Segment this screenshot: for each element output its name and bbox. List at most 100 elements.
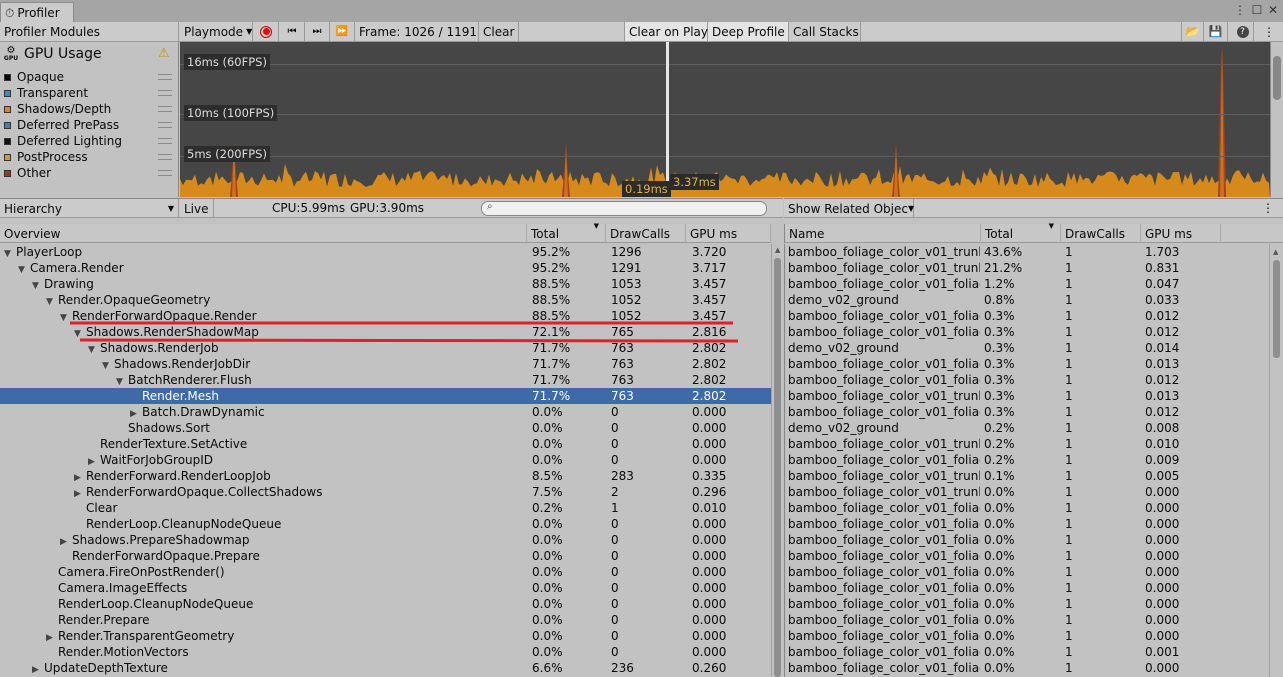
legend-swatch[interactable] (4, 121, 11, 129)
table-row[interactable]: bamboo_foliage_color_v01_foliage 0.3% 1 0.0… (785, 404, 1269, 420)
column-total[interactable]: Total ▼ (527, 222, 606, 243)
load-button[interactable]: 📂 (1181, 22, 1204, 41)
deep-profile-toggle[interactable]: Deep Profile (708, 22, 789, 41)
table-row[interactable]: bamboo_foliage_color_v01_foliage 0.0% 1 0.0… (785, 660, 1269, 676)
table-row[interactable]: demo_v02_ground 0.3% 1 0.014 (785, 340, 1269, 356)
legend-swatch[interactable] (4, 73, 11, 81)
table-row[interactable]: ▼ Shadows.RenderShadowMap 72.1% 765 2.816 (0, 324, 771, 340)
table-row[interactable]: bamboo_foliage_color_v01_foliage 0.0% 1 0.0… (785, 628, 1269, 644)
table-row[interactable]: bamboo_foliage_color_v01_foliage 1.2% 1 0.0… (785, 276, 1269, 292)
table-row[interactable]: ▶ Render.TransparentGeometry 0.0% 0 0.000 (0, 628, 771, 644)
table-row[interactable]: bamboo_foliage_color_v01_foliage 0.0% 1 0.0… (785, 596, 1269, 612)
table-row[interactable]: bamboo_foliage_color_v01_foliage 0.3% 1 0.0… (785, 324, 1269, 340)
playmode-dropdown[interactable]: Playmode ▼ (180, 22, 253, 41)
graph-scrollbar-thumb[interactable] (1273, 56, 1281, 100)
toolbar-menu-button[interactable]: ⋮ (1258, 22, 1280, 41)
table-row[interactable]: ▼ PlayerLoop 95.2% 1296 3.720 (0, 244, 771, 260)
column-total[interactable]: Total ▼ (981, 222, 1061, 243)
legend-item[interactable]: Shadows/Depth (0, 101, 178, 117)
table-row[interactable]: demo_v02_ground 0.8% 1 0.033 (785, 292, 1269, 308)
hierarchy-scrollbar-thumb[interactable] (774, 258, 781, 677)
table-row[interactable]: Camera.ImageEffects 0.0% 0 0.000 (0, 580, 771, 596)
table-row[interactable]: Camera.FireOnPostRender() 0.0% 0 0.000 (0, 564, 771, 580)
related-objects-dropdown[interactable]: Show Related Objec ▼ (784, 199, 914, 218)
legend-item[interactable]: Deferred Lighting (0, 133, 178, 149)
related-scrollbar-thumb[interactable] (1273, 260, 1280, 358)
legend-swatch[interactable] (4, 169, 11, 177)
table-row[interactable]: bamboo_foliage_color_v01_foliage 0.3% 1 0.0… (785, 308, 1269, 324)
table-row[interactable]: bamboo_foliage_color_v01_trunk.0 0.1% 1 0.0… (785, 468, 1269, 484)
view-dropdown[interactable]: Hierarchy ▼ (0, 199, 179, 218)
table-row[interactable]: Shadows.Sort 0.0% 0 0.000 (0, 420, 771, 436)
save-button[interactable]: 💾 (1204, 22, 1228, 41)
drag-handle-icon[interactable] (158, 170, 172, 176)
drag-handle-icon[interactable] (158, 154, 172, 160)
first-frame-button[interactable]: ⏮ (280, 22, 305, 41)
column-gpu-ms[interactable]: GPU ms (1141, 224, 1221, 243)
table-row[interactable]: bamboo_foliage_color_v01_trunk.0 0.0% 1 0.0… (785, 484, 1269, 500)
related-scrollbar[interactable]: ▲ (1269, 244, 1283, 677)
table-row[interactable]: ▼ Shadows.RenderJobDir 71.7% 763 2.802 (0, 356, 771, 372)
graph-scrollbar[interactable] (1270, 42, 1283, 197)
table-row[interactable]: bamboo_foliage_color_v01_trunk.0 21.2% 1 0.… (785, 260, 1269, 276)
current-frame-button[interactable]: ⏩ (330, 22, 355, 41)
table-row[interactable]: bamboo_foliage_color_v01_foliage 0.0% 1 0.0… (785, 564, 1269, 580)
search-field[interactable]: ⌕ (481, 201, 767, 216)
table-row[interactable]: bamboo_foliage_color_v01_foliage 0.0% 1 0.0… (785, 612, 1269, 628)
table-row[interactable]: RenderForwardOpaque.Prepare 0.0% 0 0.000 (0, 548, 771, 564)
close-icon[interactable]: ✕ (1266, 3, 1280, 17)
record-button[interactable] (254, 22, 279, 41)
table-row[interactable]: ▼ RenderForwardOpaque.Render 88.5% 1052 3.45… (0, 308, 771, 324)
profiler-tab[interactable]: ⏱ Profiler (0, 2, 74, 23)
table-row[interactable]: Render.MotionVectors 0.0% 0 0.000 (0, 644, 771, 660)
table-row[interactable]: bamboo_foliage_color_v01_foliage 0.0% 1 0.0… (785, 644, 1269, 660)
table-row[interactable]: bamboo_foliage_color_v01_foliage 0.0% 1 0.0… (785, 580, 1269, 596)
table-row[interactable]: ▶ WaitForJobGroupID 0.0% 0 0.000 (0, 452, 771, 468)
drag-handle-icon[interactable] (158, 106, 172, 112)
legend-item[interactable]: Deferred PrePass (0, 117, 178, 133)
clear-on-play-toggle[interactable]: Clear on Play (624, 22, 708, 41)
table-row[interactable]: bamboo_foliage_color_v01_foliage 0.0% 1 0.0… (785, 548, 1269, 564)
drag-handle-icon[interactable] (158, 90, 172, 96)
table-row[interactable]: ▼ Camera.Render 95.2% 1291 3.717 (0, 260, 771, 276)
table-row[interactable]: bamboo_foliage_color_v01_foliage 0.0% 1 0.0… (785, 516, 1269, 532)
table-row[interactable]: ▶ RenderForward.RenderLoopJob 8.5% 283 0.335 (0, 468, 771, 484)
legend-swatch[interactable] (4, 153, 11, 161)
table-row[interactable]: bamboo_foliage_color_v01_trunk.0 0.2% 1 0.0… (785, 436, 1269, 452)
scroll-up-icon[interactable]: ▲ (1273, 248, 1278, 256)
next-frame-button[interactable]: ⏭ (305, 22, 330, 41)
column-drawcalls[interactable]: DrawCalls (606, 224, 686, 243)
legend-item[interactable]: Other (0, 165, 178, 181)
table-row[interactable]: bamboo_foliage_color_v01_foliage 0.2% 1 0.0… (785, 452, 1269, 468)
hierarchy-scrollbar[interactable]: ▲ (771, 244, 783, 677)
legend-swatch[interactable] (4, 137, 11, 145)
table-row[interactable]: ▶ UpdateDepthTexture 6.6% 236 0.260 (0, 660, 771, 676)
collapsed-arrow-icon[interactable]: ▶ (32, 662, 44, 677)
scroll-up-icon[interactable]: ▲ (775, 246, 780, 254)
table-row[interactable]: RenderLoop.CleanupNodeQueue 0.0% 0 0.000 (0, 516, 771, 532)
column-gpu-ms[interactable]: GPU ms (686, 224, 771, 243)
clear-button[interactable]: Clear (479, 22, 519, 41)
call-stacks-toggle[interactable]: Call Stacks (789, 22, 861, 41)
selected-frame-marker[interactable] (666, 42, 669, 197)
live-toggle[interactable]: Live (180, 199, 214, 218)
table-row[interactable]: Render.Prepare 0.0% 0 0.000 (0, 612, 771, 628)
table-row[interactable]: bamboo_foliage_color_v01_trunk.0 43.6% 1 1.… (785, 244, 1269, 260)
table-row[interactable]: ▶ RenderForwardOpaque.CollectShadows 7.5% 2… (0, 484, 771, 500)
table-row[interactable]: bamboo_foliage_color_v01_foliage 0.3% 1 0.0… (785, 372, 1269, 388)
column-drawcalls[interactable]: DrawCalls (1061, 224, 1141, 243)
gpu-usage-graph[interactable]: 16ms (60FPS) 10ms (100FPS) 5ms (200FPS) … (180, 42, 1270, 197)
table-row[interactable]: Render.Mesh 71.7% 763 2.802 (0, 388, 771, 404)
legend-item[interactable]: PostProcess (0, 149, 178, 165)
drag-handle-icon[interactable] (158, 74, 172, 80)
table-row[interactable]: bamboo_foliage_color_v01_foliage 0.0% 1 0.0… (785, 500, 1269, 516)
column-overview[interactable]: Overview (0, 224, 527, 243)
table-row[interactable]: bamboo_foliage_color_v01_foliage 0.0% 1 0.0… (785, 532, 1269, 548)
legend-item[interactable]: Transparent (0, 85, 178, 101)
legend-item[interactable]: Opaque (0, 69, 178, 85)
legend-swatch[interactable] (4, 105, 11, 113)
table-row[interactable]: ▼ Render.OpaqueGeometry 88.5% 1052 3.457 (0, 292, 771, 308)
table-row[interactable]: RenderLoop.CleanupNodeQueue 0.0% 0 0.000 (0, 596, 771, 612)
table-row[interactable]: ▼ Shadows.RenderJob 71.7% 763 2.802 (0, 340, 771, 356)
table-row[interactable]: ▼ Drawing 88.5% 1053 3.457 (0, 276, 771, 292)
